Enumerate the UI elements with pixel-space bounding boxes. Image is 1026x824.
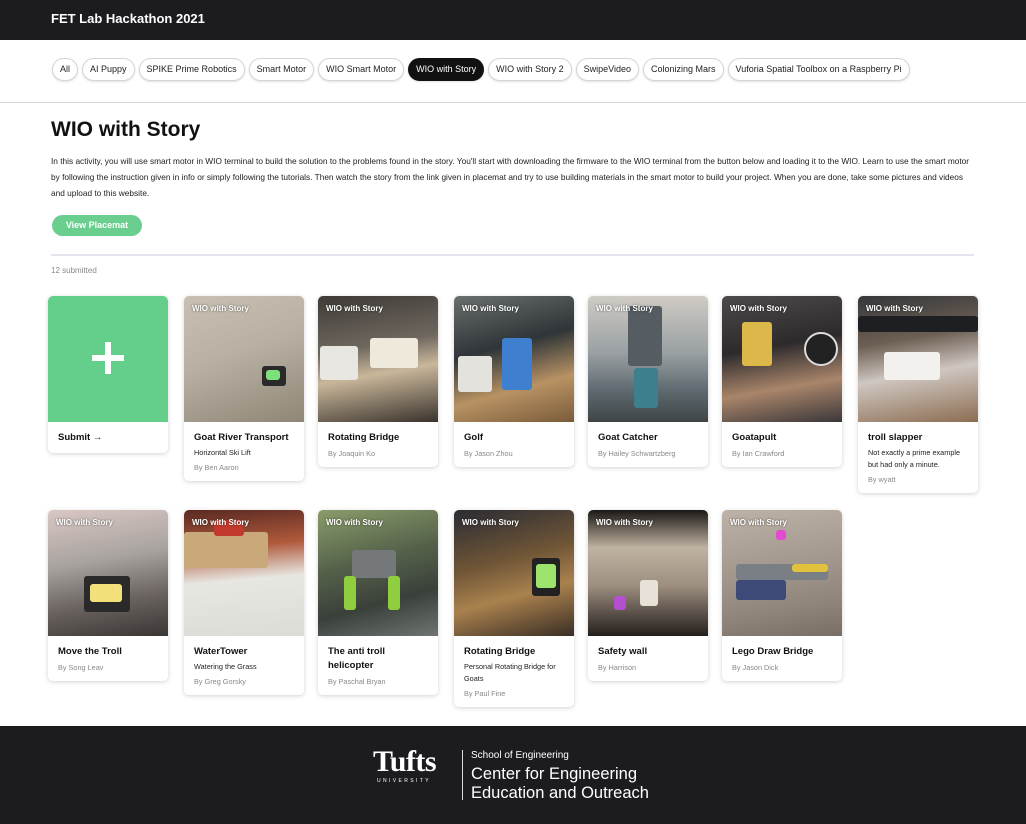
category-badge: WIO with Story [462,518,519,527]
project-card[interactable]: WIO with Story Lego Draw Bridge By Jason… [722,510,842,681]
project-card[interactable]: WIO with Story WaterTower Watering the G… [184,510,304,695]
project-author: By Ian Crawford [732,449,785,458]
view-placemat-button[interactable]: View Placemat [52,215,142,236]
submit-thumbnail[interactable] [48,296,168,422]
tufts-university-wordmark: UNIVERSITY [377,778,432,784]
project-card[interactable]: WIO with Story The anti troll helicopter… [318,510,438,695]
category-badge: WIO with Story [326,304,383,313]
submit-label[interactable]: Submit → [58,431,158,445]
category-badge: WIO with Story [326,518,383,527]
project-title[interactable]: Rotating Bridge [328,431,428,445]
project-title[interactable]: Safety wall [598,645,698,659]
category-tabs: All AI Puppy SPIKE Prime Robotics Smart … [52,58,910,81]
activity-description: In this activity, you will use smart mot… [51,156,970,199]
tab-wio-with-story[interactable]: WIO with Story [408,58,485,81]
project-author: By Paschal Bryan [328,677,386,686]
category-badge: WIO with Story [192,518,249,527]
project-subtitle: Watering the Grass [194,662,257,671]
category-badge: WIO with Story [866,304,923,313]
category-badge: WIO with Story [596,518,653,527]
project-thumbnail[interactable]: WIO with Story [184,510,304,636]
submit-card[interactable]: Submit → [48,296,168,453]
project-author: By Paul Fine [464,689,506,698]
project-title[interactable]: Move the Troll [58,645,158,659]
project-subtitle: Horizontal Ski Lift [194,448,251,457]
project-thumbnail[interactable]: WIO with Story [318,510,438,636]
tab-all[interactable]: All [52,58,79,81]
tufts-logo[interactable]: Tufts [373,747,437,777]
tab-ai-puppy[interactable]: AI Puppy [82,58,135,81]
center-name-line1: Center for Engineering [471,765,638,783]
project-title[interactable]: Golf [464,431,564,445]
submitted-count: 12 submitted [51,266,97,275]
tab-colonizing-mars[interactable]: Colonizing Mars [643,58,724,81]
project-card[interactable]: WIO with Story Goatapult By Ian Crawford [722,296,842,467]
project-title[interactable]: Lego Draw Bridge [732,645,832,659]
project-author: By Harrison [598,663,637,672]
divider [0,102,1026,103]
top-bar: FET Lab Hackathon 2021 [0,0,1026,40]
project-title[interactable]: troll slapper [868,431,968,445]
project-title[interactable]: WaterTower [194,645,294,659]
project-thumbnail[interactable]: WIO with Story [588,296,708,422]
tab-spike-prime-robotics[interactable]: SPIKE Prime Robotics [138,58,245,81]
project-title[interactable]: Goat River Transport [194,431,294,445]
project-thumbnail[interactable]: WIO with Story [858,296,978,422]
project-author: By Song Leav [58,663,104,672]
project-title[interactable]: The anti troll helicopter [328,645,428,673]
tab-wio-smart-motor[interactable]: WIO Smart Motor [318,58,405,81]
project-author: By Hailey Schwartzberg [598,449,676,458]
category-badge: WIO with Story [730,304,787,313]
project-card[interactable]: WIO with Story Rotating Bridge Personal … [454,510,574,707]
project-card[interactable]: WIO with Story Goat Catcher By Hailey Sc… [588,296,708,467]
project-card[interactable]: WIO with Story Golf By Jason Zhou [454,296,574,467]
project-author: By Joaquin Ko [328,449,376,458]
project-thumbnail[interactable]: WIO with Story [454,296,574,422]
project-card[interactable]: WIO with Story Rotating Bridge By Joaqui… [318,296,438,467]
project-author: By wyatt [868,475,896,484]
footer-divider [462,750,463,800]
project-thumbnail[interactable]: WIO with Story [454,510,574,636]
project-thumbnail[interactable]: WIO with Story [184,296,304,422]
project-thumbnail[interactable]: WIO with Story [318,296,438,422]
category-badge: WIO with Story [56,518,113,527]
project-card[interactable]: WIO with Story Safety wall By Harrison [588,510,708,681]
project-author: By Ben Aaron [194,463,239,472]
category-badge: WIO with Story [596,304,653,313]
project-title[interactable]: Goatapult [732,431,832,445]
tab-swipevideo[interactable]: SwipeVideo [575,58,640,81]
center-name-line2: Education and Outreach [471,784,649,802]
project-subtitle: Not exactly a prime example but had only… [868,448,961,469]
project-author: By Jason Dick [732,663,779,672]
project-thumbnail[interactable]: WIO with Story [722,510,842,636]
project-card[interactable]: WIO with Story troll slapper Not exactly… [858,296,978,493]
tab-smart-motor[interactable]: Smart Motor [248,58,315,81]
project-author: By Jason Zhou [464,449,513,458]
project-card[interactable]: WIO with Story Move the Troll By Song Le… [48,510,168,681]
category-badge: WIO with Story [192,304,249,313]
project-card[interactable]: WIO with Story Goat River Transport Hori… [184,296,304,481]
project-thumbnail[interactable]: WIO with Story [722,296,842,422]
school-name: School of Engineering [471,750,569,761]
project-subtitle: Personal Rotating Bridge for Goats [464,662,556,683]
tab-vuforia[interactable]: Vuforia Spatial Toolbox on a Raspberry P… [727,58,910,81]
tab-wio-with-story-2[interactable]: WIO with Story 2 [488,58,572,81]
project-author: By Greg Gorsky [194,677,246,686]
project-thumbnail[interactable]: WIO with Story [48,510,168,636]
category-badge: WIO with Story [462,304,519,313]
project-title[interactable]: Rotating Bridge [464,645,564,659]
site-title[interactable]: FET Lab Hackathon 2021 [51,11,205,26]
project-thumbnail[interactable]: WIO with Story [588,510,708,636]
project-title[interactable]: Goat Catcher [598,431,698,445]
plus-icon [92,342,124,374]
divider [51,254,974,256]
page-title: WIO with Story [51,118,201,141]
category-badge: WIO with Story [730,518,787,527]
